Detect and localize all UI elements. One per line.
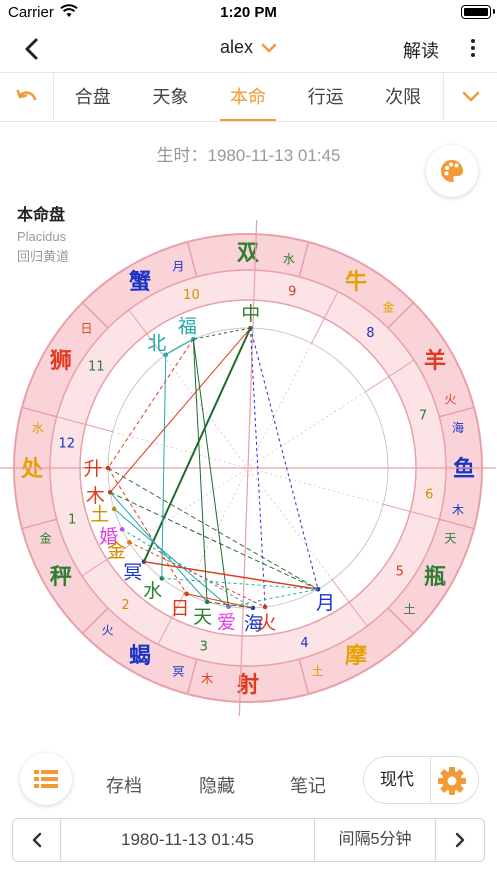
planet-label: 火 [257, 612, 276, 634]
tab-3[interactable]: 行运 [298, 73, 354, 121]
house-number: 10 [183, 288, 200, 303]
house-number: 11 [88, 360, 105, 375]
undo-icon [16, 89, 36, 101]
tab-0[interactable]: 合盘 [65, 73, 121, 121]
planet-label: 土 [90, 503, 109, 525]
palette-icon [441, 160, 463, 182]
date-stepper: 1980-11-13 01:45 间隔5分钟 [12, 818, 485, 862]
next-button[interactable] [436, 819, 484, 861]
status-time: 1:20 PM [220, 4, 277, 21]
mode-button[interactable]: 现代 [364, 757, 430, 803]
planet-label: 金 [107, 540, 126, 562]
planet-label: 天 [193, 606, 212, 628]
chevron-down-icon [261, 38, 277, 59]
sign-glyph: 蝎 [129, 644, 151, 669]
sign-ruler: 日 [80, 322, 92, 336]
list-button[interactable] [20, 753, 72, 805]
sign-ruler: 天 [444, 532, 456, 546]
sign-glyph: 瓶 [424, 565, 446, 590]
notes-button[interactable]: 笔记 [290, 772, 326, 798]
house-number: 4 [300, 636, 308, 651]
bottom-toolbar: 存档 隐藏 笔记 现代 [0, 752, 497, 808]
tab-4[interactable]: 次限 [375, 73, 431, 121]
tabs-dropdown-button[interactable] [443, 73, 497, 121]
gear-icon[interactable] [436, 765, 468, 797]
sign-ruler: 土 [404, 602, 416, 616]
planet-label: 福 [178, 315, 197, 337]
planet-label: 升 [83, 458, 102, 480]
sign-glyph: 鱼 [453, 456, 475, 482]
sign-glyph: 处 [20, 456, 43, 482]
undo-button[interactable] [0, 73, 54, 121]
sign-glyph: 牛 [345, 269, 367, 295]
sign-ruler: 金 [382, 299, 394, 314]
chevron-right-icon [455, 832, 465, 848]
sign-ruler: 火 [102, 624, 114, 638]
sign-glyph: 摩 [345, 643, 367, 669]
planet-label: 冥 [123, 562, 142, 584]
house-number: 2 [121, 598, 129, 613]
planet-label: 中 [241, 303, 260, 325]
chevron-down-icon [462, 91, 479, 102]
hide-button[interactable]: 隐藏 [199, 772, 235, 798]
planet-label: 爱 [217, 611, 236, 633]
house-number: 7 [419, 408, 427, 423]
navigation-bar: alex 解读 [0, 26, 497, 72]
sign-ruler: 金 [40, 531, 52, 546]
sign-ruler: 木 [201, 672, 213, 686]
mode-switch: 现代 [363, 756, 479, 804]
status-bar: Carrier 1:20 PM [0, 0, 497, 26]
sign-ruler: 水 [32, 421, 44, 435]
sign-glyph: 蟹 [129, 269, 151, 295]
battery-icon [461, 5, 495, 19]
interval-selector[interactable]: 间隔5分钟 [315, 819, 436, 861]
sign-ruler: 火 [444, 392, 456, 406]
natal-chart-wheel[interactable]: 双水牛金羊火鱼木海瓶土天摩土射木蝎火冥秤金处水狮日蟹月123 4567891011… [0, 220, 497, 720]
house-number: 3 [200, 640, 208, 655]
archive-button[interactable]: 存档 [106, 772, 142, 798]
sign-ruler: 海 [452, 420, 464, 435]
palette-button[interactable] [426, 145, 478, 197]
more-icon[interactable] [467, 37, 479, 61]
sign-glyph: 狮 [50, 349, 72, 374]
sign-glyph: 羊 [424, 348, 446, 374]
sign-ruler: 木 [452, 503, 464, 517]
interpret-button[interactable]: 解读 [403, 37, 439, 63]
house-number: 5 [396, 564, 404, 579]
profile-name: alex [219, 37, 254, 57]
planet-dot [119, 527, 125, 532]
sign-ruler: 土 [312, 664, 324, 678]
sign-ruler: 水 [283, 252, 295, 266]
sign-glyph: 射 [236, 672, 259, 698]
house-number: 6 [425, 487, 433, 502]
planet-label: 月 [316, 592, 335, 614]
chevron-left-icon [32, 832, 41, 848]
planet-label: 水 [143, 580, 162, 602]
planet-label: 北 [147, 333, 166, 355]
tab-1[interactable]: 天象 [142, 73, 198, 121]
previous-button[interactable] [13, 819, 61, 861]
chart-type-tabbar: 合盘 天象 本命 行运 次限 [0, 72, 497, 122]
list-icon [34, 770, 58, 788]
current-date[interactable]: 1980-11-13 01:45 [61, 819, 315, 861]
house-number: 9 [288, 284, 296, 299]
sign-ruler: 月 [172, 260, 184, 274]
planet-label: 日 [171, 597, 190, 619]
tab-2[interactable]: 本命 [219, 73, 276, 121]
tabs: 合盘 天象 本命 行运 次限 [54, 73, 442, 121]
house-number: 8 [366, 326, 374, 341]
sign-ruler: 冥 [172, 664, 184, 678]
birth-time: 生时：1980-11-13 01:45 [156, 146, 341, 165]
house-number: 1 [68, 512, 76, 527]
house-number: 12 [59, 437, 76, 452]
sign-glyph: 秤 [50, 565, 72, 590]
